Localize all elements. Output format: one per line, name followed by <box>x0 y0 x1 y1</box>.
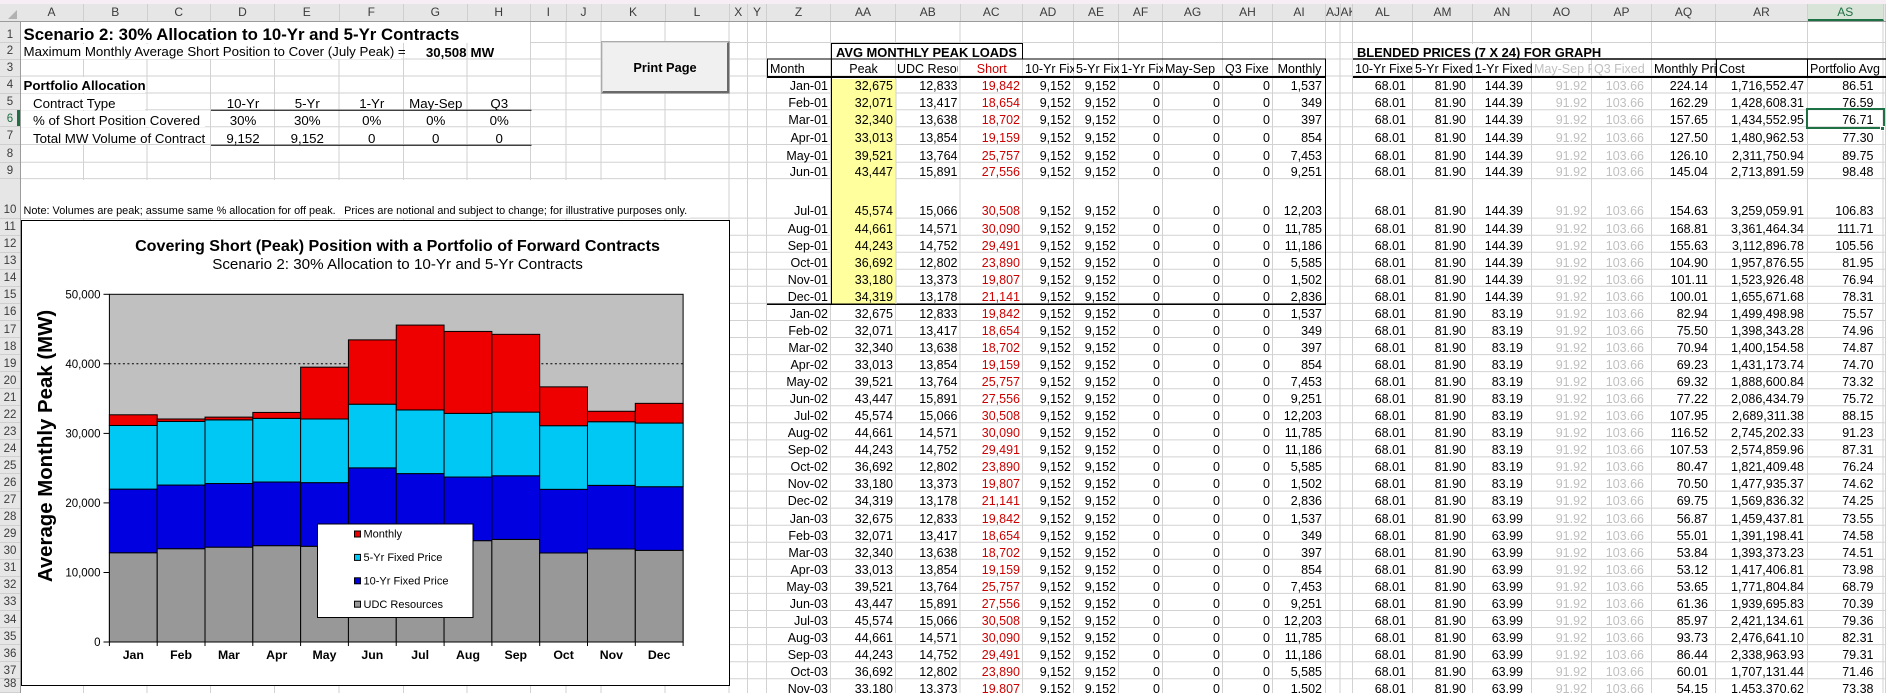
svg-text:Scenario 2: 30% Allocation to: Scenario 2: 30% Allocation to 10-Yr and … <box>212 256 583 273</box>
svg-text:50,000: 50,000 <box>65 289 100 301</box>
svg-text:May: May <box>313 648 337 662</box>
svg-text:Mar: Mar <box>218 648 240 662</box>
svg-text:Sep: Sep <box>505 648 528 662</box>
svg-text:Jan: Jan <box>123 648 144 662</box>
svg-text:Jun: Jun <box>361 648 383 662</box>
svg-text:5-Yr Fixed Price: 5-Yr Fixed Price <box>364 552 443 564</box>
svg-text:Monthly: Monthly <box>364 529 403 541</box>
svg-text:Dec: Dec <box>648 648 671 662</box>
svg-text:Feb: Feb <box>170 648 192 662</box>
svg-text:0: 0 <box>94 637 100 649</box>
svg-text:Aug: Aug <box>456 648 480 662</box>
svg-text:Jul: Jul <box>411 648 429 662</box>
svg-text:10,000: 10,000 <box>65 568 100 580</box>
svg-text:UDC Resources: UDC Resources <box>364 599 444 611</box>
svg-text:20,000: 20,000 <box>65 498 100 510</box>
svg-text:Nov: Nov <box>600 648 623 662</box>
svg-text:40,000: 40,000 <box>65 359 100 371</box>
svg-text:Apr: Apr <box>266 648 287 662</box>
svg-text:10-Yr Fixed Price: 10-Yr Fixed Price <box>364 575 449 587</box>
svg-text:30,000: 30,000 <box>65 428 100 440</box>
svg-text:Average Monthly Peak (MW): Average Monthly Peak (MW) <box>35 310 57 582</box>
svg-text:Oct: Oct <box>553 648 574 662</box>
svg-text:Covering Short (Peak) Position: Covering Short (Peak) Position with a Po… <box>135 237 660 255</box>
